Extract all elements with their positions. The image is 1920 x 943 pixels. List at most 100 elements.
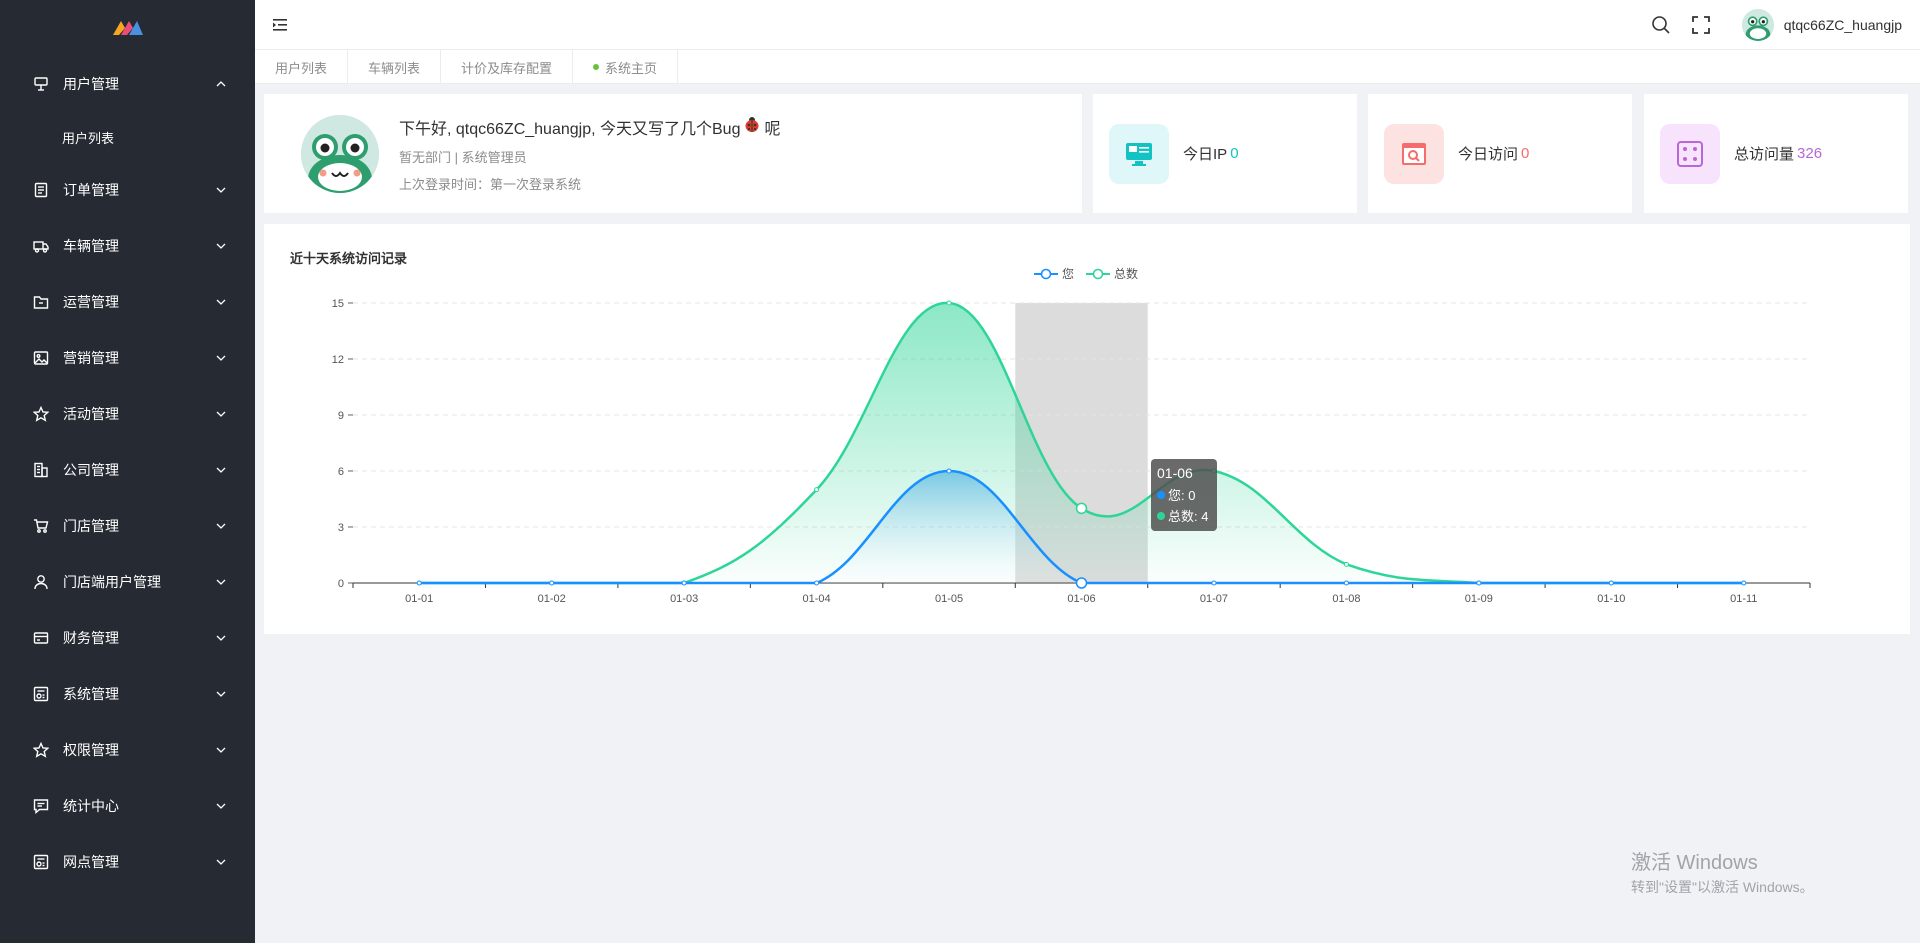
tooltip-row: 您: 0 <box>1157 485 1211 504</box>
user-icon <box>32 573 50 591</box>
tab-1[interactable]: 车辆列表 <box>348 50 442 84</box>
sidebar-item-5[interactable]: 活动管理 <box>0 386 255 442</box>
chevron-down-icon <box>215 800 227 812</box>
sidebar-item-7[interactable]: 门店管理 <box>0 498 255 554</box>
data-point <box>416 580 422 586</box>
data-point <box>549 580 555 586</box>
x-tick-label: 01-11 <box>1730 593 1757 605</box>
chevron-down-icon <box>215 184 227 196</box>
x-tick-label: 01-06 <box>1067 593 1095 605</box>
desk-icon <box>32 75 50 93</box>
data-board-icon <box>32 853 50 871</box>
stat-card-today-visits: 今日访问 0 <box>1368 94 1632 213</box>
x-tick-label: 01-10 <box>1597 593 1625 605</box>
data-point <box>1075 502 1088 515</box>
last-login-label: 上次登录时间： <box>399 176 491 192</box>
stat-value: 0 <box>1230 145 1239 162</box>
tooltip-dot <box>1157 511 1165 520</box>
data-point <box>1741 580 1747 586</box>
chevron-down-icon <box>215 576 227 588</box>
truck-icon <box>32 237 50 255</box>
y-tick-label: 0 <box>338 578 344 590</box>
sidebar-item-label: 财务管理 <box>63 630 119 646</box>
sidebar-item-label: 营销管理 <box>63 350 119 366</box>
windows-activation-watermark: 激活 Windows 转到"设置"以激活 Windows。 <box>1631 846 1814 897</box>
watermark-line2: 转到"设置"以激活 Windows。 <box>1631 879 1814 895</box>
tab-3[interactable]: 系统主页 <box>573 50 679 84</box>
watermark-line1: 激活 Windows <box>1631 852 1758 874</box>
sidebar-item-12[interactable]: 统计中心 <box>0 778 255 834</box>
y-tick-label: 6 <box>338 466 344 478</box>
stat-value: 0 <box>1521 145 1530 162</box>
sidebar-item-2[interactable]: 车辆管理 <box>0 218 255 274</box>
sidebar-item-10[interactable]: 系统管理 <box>0 666 255 722</box>
sidebar-item-label: 运营管理 <box>63 294 119 310</box>
tooltip-title: 01-06 <box>1157 465 1193 481</box>
sidebar-item-3[interactable]: 运营管理 <box>0 274 255 330</box>
sidebar-item-0[interactable]: 用户管理 <box>0 56 255 112</box>
sidebar-item-8[interactable]: 门店端用户管理 <box>0 554 255 610</box>
tooltip-row-label: 您: 0 <box>1168 488 1196 503</box>
greeting-text: 下午好, qtqc66ZC_huangjp, 今天又写了几个Bug <box>399 120 741 138</box>
monitor-icon <box>1109 123 1169 184</box>
tooltip-row: 总数: 4 <box>1157 506 1211 525</box>
department-role: 暂无部门 | 系统管理员 <box>399 149 527 165</box>
chevron-down-icon <box>215 632 227 644</box>
tab-label: 系统主页 <box>605 60 658 76</box>
data-point <box>681 580 687 586</box>
chat-icon <box>32 797 50 815</box>
chevron-down-icon <box>215 688 227 700</box>
collapse-menu-icon[interactable] <box>271 15 291 35</box>
search-icon[interactable] <box>1650 14 1672 36</box>
app-logo[interactable] <box>0 0 255 56</box>
picture-icon <box>32 349 50 367</box>
avatar <box>301 114 379 193</box>
tooltip-dot <box>1157 490 1165 499</box>
sidebar-subitem[interactable]: 用户列表 <box>0 112 255 162</box>
chevron-down-icon <box>215 296 227 308</box>
sidebar-item-13[interactable]: 网点管理 <box>0 834 255 890</box>
tooltip-row-label: 总数: 4 <box>1168 509 1209 524</box>
last-login-value: 第一次登录系统 <box>490 176 582 192</box>
chevron-down-icon <box>215 744 227 756</box>
sidebar-item-11[interactable]: 权限管理 <box>0 722 255 778</box>
data-point <box>1343 561 1349 567</box>
sidebar-item-4[interactable]: 营销管理 <box>0 330 255 386</box>
shopping-cart-icon <box>32 517 50 535</box>
avatar[interactable] <box>1741 8 1774 41</box>
x-tick-label: 01-05 <box>935 593 963 605</box>
area-chart[interactable]: 0369121501-01 01-02 01-03 01-04 01-05 01-06 01… <box>264 224 1910 634</box>
header-username[interactable]: qtqc66ZC_huangjp <box>1784 17 1902 33</box>
data-point <box>814 487 820 493</box>
folder-icon <box>32 293 50 311</box>
y-tick-label: 9 <box>338 410 344 422</box>
sidebar-item-label: 门店管理 <box>63 518 119 534</box>
sidebar-item-label: 用户管理 <box>63 76 119 92</box>
x-tick-label: 01-03 <box>670 593 698 605</box>
chevron-down-icon <box>215 464 227 476</box>
sidebar-item-label: 车辆管理 <box>63 238 119 254</box>
sidebar-item-9[interactable]: 财务管理 <box>0 610 255 666</box>
tab-0[interactable]: 用户列表 <box>255 50 349 84</box>
sidebar-item-6[interactable]: 公司管理 <box>0 442 255 498</box>
stat-card-total-visits: 总访问量 326 <box>1644 94 1908 213</box>
chevron-down-icon <box>215 240 227 252</box>
document-icon <box>32 181 50 199</box>
last-login: 上次登录时间：第一次登录系统 <box>399 174 780 193</box>
sidebar-item-label: 订单管理 <box>63 182 119 198</box>
visit-chart-card: 近十天系统访问记录 您 总数 0 3 6 9 12 15 01-01 01-02 01-03 01… <box>264 224 1910 634</box>
tab-bar: 用户列表 车辆列表 计价及库存配置 系统主页 <box>255 50 1920 84</box>
fullscreen-icon[interactable] <box>1690 14 1712 36</box>
chevron-up-icon <box>215 78 227 90</box>
data-point <box>1075 577 1088 589</box>
data-point <box>814 580 820 586</box>
sidebar-item-label: 网点管理 <box>63 854 119 870</box>
stat-label: 总访问量 <box>1734 146 1795 163</box>
data-point <box>1211 580 1217 586</box>
sidebar-item-1[interactable]: 订单管理 <box>0 162 255 218</box>
tab-2[interactable]: 计价及库存配置 <box>441 50 574 84</box>
ladybug-icon <box>743 115 761 138</box>
welcome-card: 下午好, qtqc66ZC_huangjp, 今天又写了几个Bug 呢 暂无部门… <box>264 94 1082 213</box>
top-header: qtqc66ZC_huangjp <box>255 0 1920 50</box>
data-point <box>1476 580 1482 586</box>
